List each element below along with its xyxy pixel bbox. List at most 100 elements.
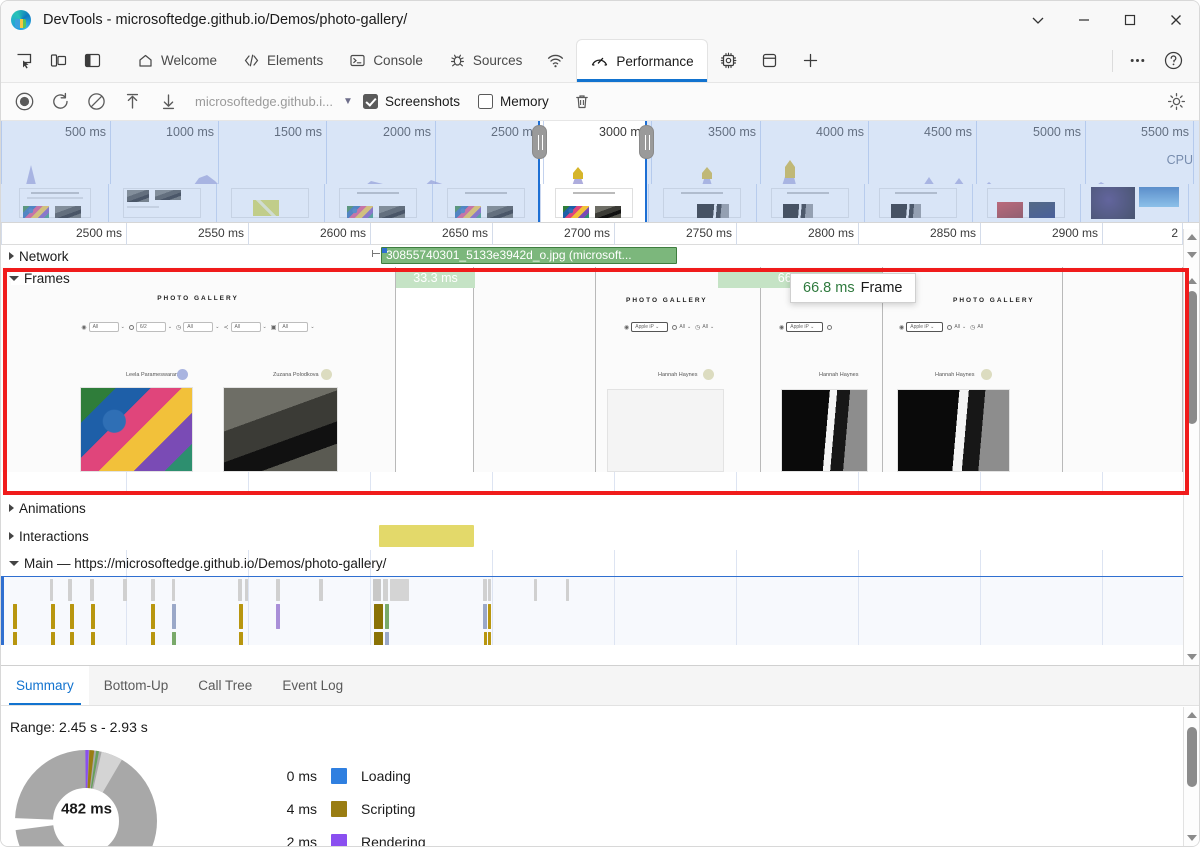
- frame-screenshot[interactable]: [474, 267, 596, 472]
- flame-event[interactable]: [488, 632, 491, 645]
- flame-event[interactable]: [483, 579, 487, 601]
- flame-event[interactable]: [484, 632, 487, 645]
- timeline-overview[interactable]: 500 ms 1000 ms 1500 ms 2000 ms 2500 ms 3…: [1, 121, 1199, 223]
- tab-call-tree[interactable]: Call Tree: [183, 666, 267, 705]
- tab-network[interactable]: [535, 39, 576, 82]
- flame-event[interactable]: [13, 632, 17, 645]
- tab-memory[interactable]: [708, 39, 749, 82]
- frame-duration-chip[interactable]: 33.3 ms: [396, 268, 475, 288]
- flame-event[interactable]: [151, 579, 155, 601]
- chevron-down-icon[interactable]: ▼: [343, 96, 353, 107]
- flame-event[interactable]: [319, 579, 323, 601]
- flame-event[interactable]: [276, 579, 280, 601]
- scroll-up-arrow[interactable]: [1184, 229, 1199, 245]
- flame-event[interactable]: [51, 604, 55, 629]
- flame-event[interactable]: [374, 632, 383, 645]
- filmstrip-thumb[interactable]: [109, 184, 217, 222]
- flame-event[interactable]: [238, 579, 242, 601]
- frame-screenshot[interactable]: PHOTO GALLERY ◉Apple iP ⌄ All⌄ ◷All⌄ Han…: [596, 267, 761, 472]
- flame-event[interactable]: [172, 579, 175, 601]
- filmstrip-thumb[interactable]: [217, 184, 325, 222]
- filmstrip-thumb[interactable]: [973, 184, 1081, 222]
- filmstrip-thumb[interactable]: [865, 184, 973, 222]
- dock-side-icon[interactable]: [75, 44, 109, 78]
- flame-event[interactable]: [373, 579, 381, 601]
- drawer-scrollbar[interactable]: [1183, 707, 1199, 846]
- tab-elements[interactable]: Elements: [230, 39, 336, 82]
- flame-event[interactable]: [91, 632, 95, 645]
- tracks-scrollbar[interactable]: [1183, 229, 1199, 681]
- flame-event[interactable]: [383, 579, 388, 601]
- reload-and-record-button[interactable]: [43, 87, 77, 117]
- activity-donut-chart[interactable]: 482 ms: [9, 749, 164, 847]
- flame-event[interactable]: [151, 604, 155, 629]
- flame-event[interactable]: [385, 604, 389, 629]
- flame-event[interactable]: [91, 604, 95, 629]
- network-track-header[interactable]: Network: [1, 245, 1199, 267]
- minimize-icon[interactable]: [1061, 1, 1107, 39]
- flame-event[interactable]: [566, 579, 569, 601]
- frames-track[interactable]: Frames 33.3 ms 66.8 ms PHOTO GALLERY: [1, 267, 1199, 494]
- tab-add-panel[interactable]: [790, 39, 831, 82]
- chevron-right-icon[interactable]: [9, 532, 14, 540]
- tab-console[interactable]: Console: [336, 39, 436, 82]
- flame-event[interactable]: [534, 579, 537, 601]
- interactions-track-header[interactable]: Interactions: [1, 522, 1199, 550]
- scroll-down-arrow[interactable]: [1184, 649, 1199, 665]
- main-track[interactable]: Main — https://microsoftedge.github.io/D…: [1, 550, 1199, 645]
- flame-event[interactable]: [239, 632, 243, 645]
- save-profile-button[interactable]: [151, 87, 185, 117]
- tab-summary[interactable]: Summary: [1, 666, 89, 705]
- scroll-up-arrow[interactable]: [1184, 707, 1199, 723]
- settings-gear-icon[interactable]: [1159, 87, 1193, 117]
- flame-event[interactable]: [70, 604, 74, 629]
- frame-screenshot[interactable]: [396, 267, 474, 472]
- frame-screenshot[interactable]: PHOTO GALLERY ◉All⌄ 6/2⌄ ◷All⌄ ≺All⌄ ▣Al…: [1, 267, 396, 472]
- legend-item[interactable]: 4 ms Scripting: [259, 792, 426, 825]
- flame-event[interactable]: [68, 579, 72, 601]
- flame-event[interactable]: [239, 604, 243, 629]
- filmstrip-thumb[interactable]: [1189, 184, 1199, 222]
- filmstrip-thumb[interactable]: [433, 184, 541, 222]
- chevron-down-icon[interactable]: [9, 561, 19, 566]
- animations-track[interactable]: Animations: [1, 494, 1199, 522]
- filmstrip-thumb[interactable]: [757, 184, 865, 222]
- load-profile-button[interactable]: [115, 87, 149, 117]
- filmstrip-thumb[interactable]: [649, 184, 757, 222]
- flame-event[interactable]: [70, 632, 74, 645]
- flame-event[interactable]: [488, 579, 491, 601]
- tab-event-log[interactable]: Event Log: [267, 666, 358, 705]
- flame-event[interactable]: [172, 632, 176, 645]
- scrollbar-thumb[interactable]: [1187, 291, 1197, 424]
- flame-event[interactable]: [51, 632, 55, 645]
- timeline-tracks[interactable]: Network 30855740301_5133e3942d_o.jpg (mi…: [1, 245, 1199, 645]
- help-question-icon[interactable]: [1155, 44, 1191, 78]
- frame-screenshot[interactable]: [1063, 267, 1183, 472]
- legend-item[interactable]: 0 ms Loading: [259, 759, 426, 792]
- flame-event[interactable]: [13, 604, 17, 629]
- legend-item[interactable]: 2 ms Rendering: [259, 825, 426, 847]
- delete-trash-icon[interactable]: [565, 87, 599, 117]
- scroll-down-arrow[interactable]: [1184, 830, 1199, 846]
- interactions-track[interactable]: Interactions: [1, 522, 1199, 550]
- frames-screenshot-strip[interactable]: PHOTO GALLERY ◉All⌄ 6/2⌄ ◷All⌄ ≺All⌄ ▣Al…: [1, 267, 1199, 472]
- tab-sources[interactable]: Sources: [436, 39, 536, 82]
- memory-checkbox[interactable]: Memory: [478, 94, 549, 109]
- flame-event[interactable]: [488, 604, 491, 629]
- main-track-header[interactable]: Main — https://microsoftedge.github.io/D…: [1, 550, 1199, 576]
- filmstrip-thumb[interactable]: [325, 184, 433, 222]
- chevron-down-icon[interactable]: [1015, 1, 1061, 39]
- clear-button[interactable]: [79, 87, 113, 117]
- flame-event[interactable]: [90, 579, 94, 601]
- main-flame-chart[interactable]: [1, 576, 1199, 645]
- flame-event[interactable]: [50, 579, 53, 601]
- flame-event[interactable]: [374, 604, 383, 629]
- flame-event[interactable]: [172, 604, 176, 629]
- overview-filmstrip[interactable]: [1, 184, 1199, 222]
- filmstrip-thumb[interactable]: [1, 184, 109, 222]
- flame-event[interactable]: [385, 632, 389, 645]
- overview-selection-right-handle[interactable]: [639, 125, 654, 159]
- chevron-right-icon[interactable]: [9, 504, 14, 512]
- scrollbar-thumb[interactable]: [1187, 727, 1197, 787]
- more-options-icon[interactable]: [1119, 44, 1155, 78]
